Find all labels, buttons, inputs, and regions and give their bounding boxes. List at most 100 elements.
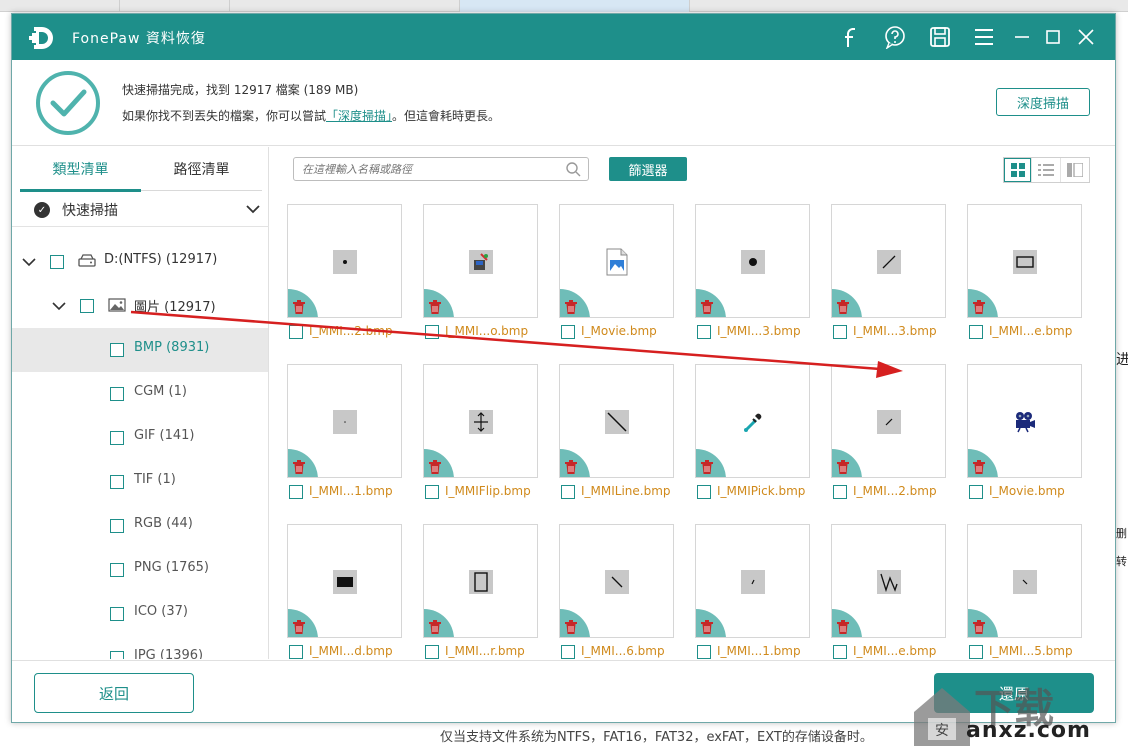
file-checkbox[interactable] <box>561 325 575 339</box>
trash-icon[interactable] <box>837 460 849 474</box>
trash-icon[interactable] <box>701 300 713 314</box>
trash-icon[interactable] <box>973 460 985 474</box>
trash-icon[interactable] <box>565 460 577 474</box>
save-icon[interactable] <box>926 23 954 51</box>
file-thumbnail[interactable] <box>831 524 946 638</box>
list-view-icon[interactable] <box>1032 158 1061 182</box>
quick-scan-row[interactable]: ✓ 快速掃描 <box>12 191 269 227</box>
file-checkbox[interactable] <box>969 325 983 339</box>
tab-type-list[interactable]: 類型清單 <box>20 147 141 192</box>
type-checkbox[interactable] <box>110 343 124 357</box>
type-checkbox[interactable] <box>110 387 124 401</box>
chevron-down-icon[interactable] <box>52 299 66 313</box>
chevron-down-icon[interactable] <box>246 202 260 216</box>
file-card[interactable]: I_MMI...1.bmp <box>287 364 403 504</box>
file-thumbnail[interactable] <box>967 524 1082 638</box>
file-card[interactable]: I_MMI...6.bmp <box>559 524 675 659</box>
file-card[interactable]: I_Movie.bmp <box>967 364 1083 504</box>
tree-item-type-ico[interactable]: ICO (37) <box>12 592 268 636</box>
file-checkbox[interactable] <box>697 325 711 339</box>
trash-icon[interactable] <box>973 300 985 314</box>
type-checkbox[interactable] <box>110 651 124 659</box>
file-checkbox[interactable] <box>969 645 983 659</box>
file-card[interactable]: I_MMI...3.bmp <box>695 204 811 344</box>
file-thumbnail[interactable] <box>287 204 402 318</box>
trash-icon[interactable] <box>837 300 849 314</box>
file-thumbnail[interactable] <box>559 524 674 638</box>
type-checkbox[interactable] <box>110 607 124 621</box>
file-card[interactable]: I_MMI...e.bmp <box>831 524 947 659</box>
file-thumbnail[interactable] <box>967 204 1082 318</box>
file-checkbox[interactable] <box>833 325 847 339</box>
type-checkbox[interactable] <box>110 563 124 577</box>
type-checkbox[interactable] <box>110 519 124 533</box>
file-checkbox[interactable] <box>697 485 711 499</box>
tab-path-list[interactable]: 路徑清單 <box>141 147 262 191</box>
chevron-down-icon[interactable] <box>22 255 36 269</box>
file-card[interactable]: I_MMI...2.bmp <box>831 364 947 504</box>
back-button[interactable]: 返回 <box>34 673 194 713</box>
file-checkbox[interactable] <box>697 645 711 659</box>
search-icon[interactable] <box>565 161 581 177</box>
file-card[interactable]: I_MMI...e.bmp <box>967 204 1083 344</box>
minimize-icon[interactable] <box>1008 23 1036 51</box>
file-card[interactable]: I_MMIPick.bmp <box>695 364 811 504</box>
restore-button[interactable]: 還原 <box>934 673 1094 713</box>
file-checkbox[interactable] <box>289 485 303 499</box>
trash-icon[interactable] <box>701 620 713 634</box>
file-thumbnail[interactable] <box>559 204 674 318</box>
file-card[interactable]: I_MMILine.bmp <box>559 364 675 504</box>
trash-icon[interactable] <box>293 620 305 634</box>
trash-icon[interactable] <box>701 460 713 474</box>
tree-item-type-rgb[interactable]: RGB (44) <box>12 504 268 548</box>
deep-scan-link[interactable]: 「深度掃描」 <box>326 109 392 123</box>
file-thumbnail[interactable] <box>287 364 402 478</box>
grid-view-icon[interactable] <box>1004 158 1033 182</box>
file-checkbox[interactable] <box>425 325 439 339</box>
tree-item-images[interactable]: 圖片 (12917) <box>12 284 268 328</box>
type-checkbox[interactable] <box>110 431 124 445</box>
trash-icon[interactable] <box>429 460 441 474</box>
tree-item-type-png[interactable]: PNG (1765) <box>12 548 268 592</box>
trash-icon[interactable] <box>565 300 577 314</box>
menu-icon[interactable] <box>970 23 998 51</box>
file-thumbnail[interactable] <box>423 204 538 318</box>
file-checkbox[interactable] <box>969 485 983 499</box>
drive-checkbox[interactable] <box>50 255 64 269</box>
tree-item-type-gif[interactable]: GIF (141) <box>12 416 268 460</box>
file-card[interactable]: I_MMIFlip.bmp <box>423 364 539 504</box>
trash-icon[interactable] <box>293 300 305 314</box>
trash-icon[interactable] <box>973 620 985 634</box>
file-thumbnail[interactable] <box>831 364 946 478</box>
help-icon[interactable] <box>881 23 909 51</box>
search-box[interactable] <box>293 157 589 181</box>
file-card[interactable]: I_MMI...d.bmp <box>287 524 403 659</box>
trash-icon[interactable] <box>565 620 577 634</box>
file-thumbnail[interactable] <box>559 364 674 478</box>
filter-button[interactable]: 篩選器 <box>609 157 687 181</box>
file-thumbnail[interactable] <box>695 524 810 638</box>
file-checkbox[interactable] <box>561 485 575 499</box>
file-checkbox[interactable] <box>289 325 303 339</box>
file-checkbox[interactable] <box>425 645 439 659</box>
file-thumbnail[interactable] <box>423 524 538 638</box>
deep-scan-button[interactable]: 深度掃描 <box>996 88 1090 116</box>
file-thumbnail[interactable] <box>287 524 402 638</box>
detail-view-icon[interactable] <box>1061 158 1089 182</box>
facebook-icon[interactable] <box>836 23 864 51</box>
file-card[interactable]: I_MMI...3.bmp <box>831 204 947 344</box>
file-card[interactable]: I_MMI...2.bmp <box>287 204 403 344</box>
close-icon[interactable] <box>1072 23 1100 51</box>
images-checkbox[interactable] <box>80 299 94 313</box>
file-card[interactable]: I_MMI...o.bmp <box>423 204 539 344</box>
file-checkbox[interactable] <box>289 645 303 659</box>
file-thumbnail[interactable] <box>695 364 810 478</box>
file-card[interactable]: I_Movie.bmp <box>559 204 675 344</box>
trash-icon[interactable] <box>293 460 305 474</box>
file-thumbnail[interactable] <box>423 364 538 478</box>
search-input[interactable] <box>302 160 557 178</box>
tree-item-type-bmp[interactable]: BMP (8931) <box>12 328 268 372</box>
file-checkbox[interactable] <box>833 485 847 499</box>
maximize-icon[interactable] <box>1039 23 1067 51</box>
tree-item-type-cgm[interactable]: CGM (1) <box>12 372 268 416</box>
